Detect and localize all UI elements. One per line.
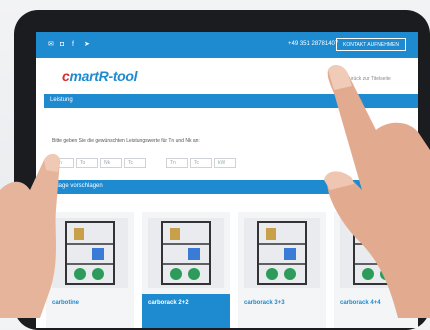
right-hand (324, 65, 430, 318)
product-label: carborack 3+3 (238, 294, 326, 328)
product-label: carborack 2+2 (142, 294, 230, 328)
product-image (244, 218, 320, 288)
top-bar: ✉ ◘ f ➤ +49 351 28781407 KONTAKT AUFNEHM… (36, 32, 418, 58)
contact-button[interactable]: KONTAKT AUFNEHMEN (336, 38, 406, 51)
performance-input[interactable]: Tn (166, 158, 188, 168)
telegram-icon[interactable]: ➤ (84, 41, 91, 48)
instruction-text: Bitte geben Sie die gewünschten Leistung… (52, 138, 200, 144)
logo-prefix: c (62, 68, 70, 84)
product-card[interactable]: carborack 3+3 (238, 212, 326, 328)
instagram-icon[interactable]: ◘ (60, 41, 67, 48)
section-performance-title: Leistung (50, 97, 73, 103)
product-name: carborack 2+2 (148, 300, 189, 306)
performance-input[interactable]: Tc (124, 158, 146, 168)
mail-icon[interactable]: ✉ (48, 41, 55, 48)
performance-input[interactable]: Nk (100, 158, 122, 168)
product-card[interactable]: carborack 2+2 (142, 212, 230, 328)
performance-input[interactable]: kW (214, 158, 236, 168)
logo-text: martR-tool (69, 68, 138, 84)
phone-number[interactable]: +49 351 28781407 (288, 41, 338, 47)
logo[interactable]: cmartR-tool (62, 68, 138, 84)
performance-input[interactable]: Tc (190, 158, 212, 168)
product-name: carborack 3+3 (244, 300, 285, 306)
left-hand (0, 154, 60, 318)
facebook-icon[interactable]: f (72, 41, 79, 48)
product-image (148, 218, 224, 288)
